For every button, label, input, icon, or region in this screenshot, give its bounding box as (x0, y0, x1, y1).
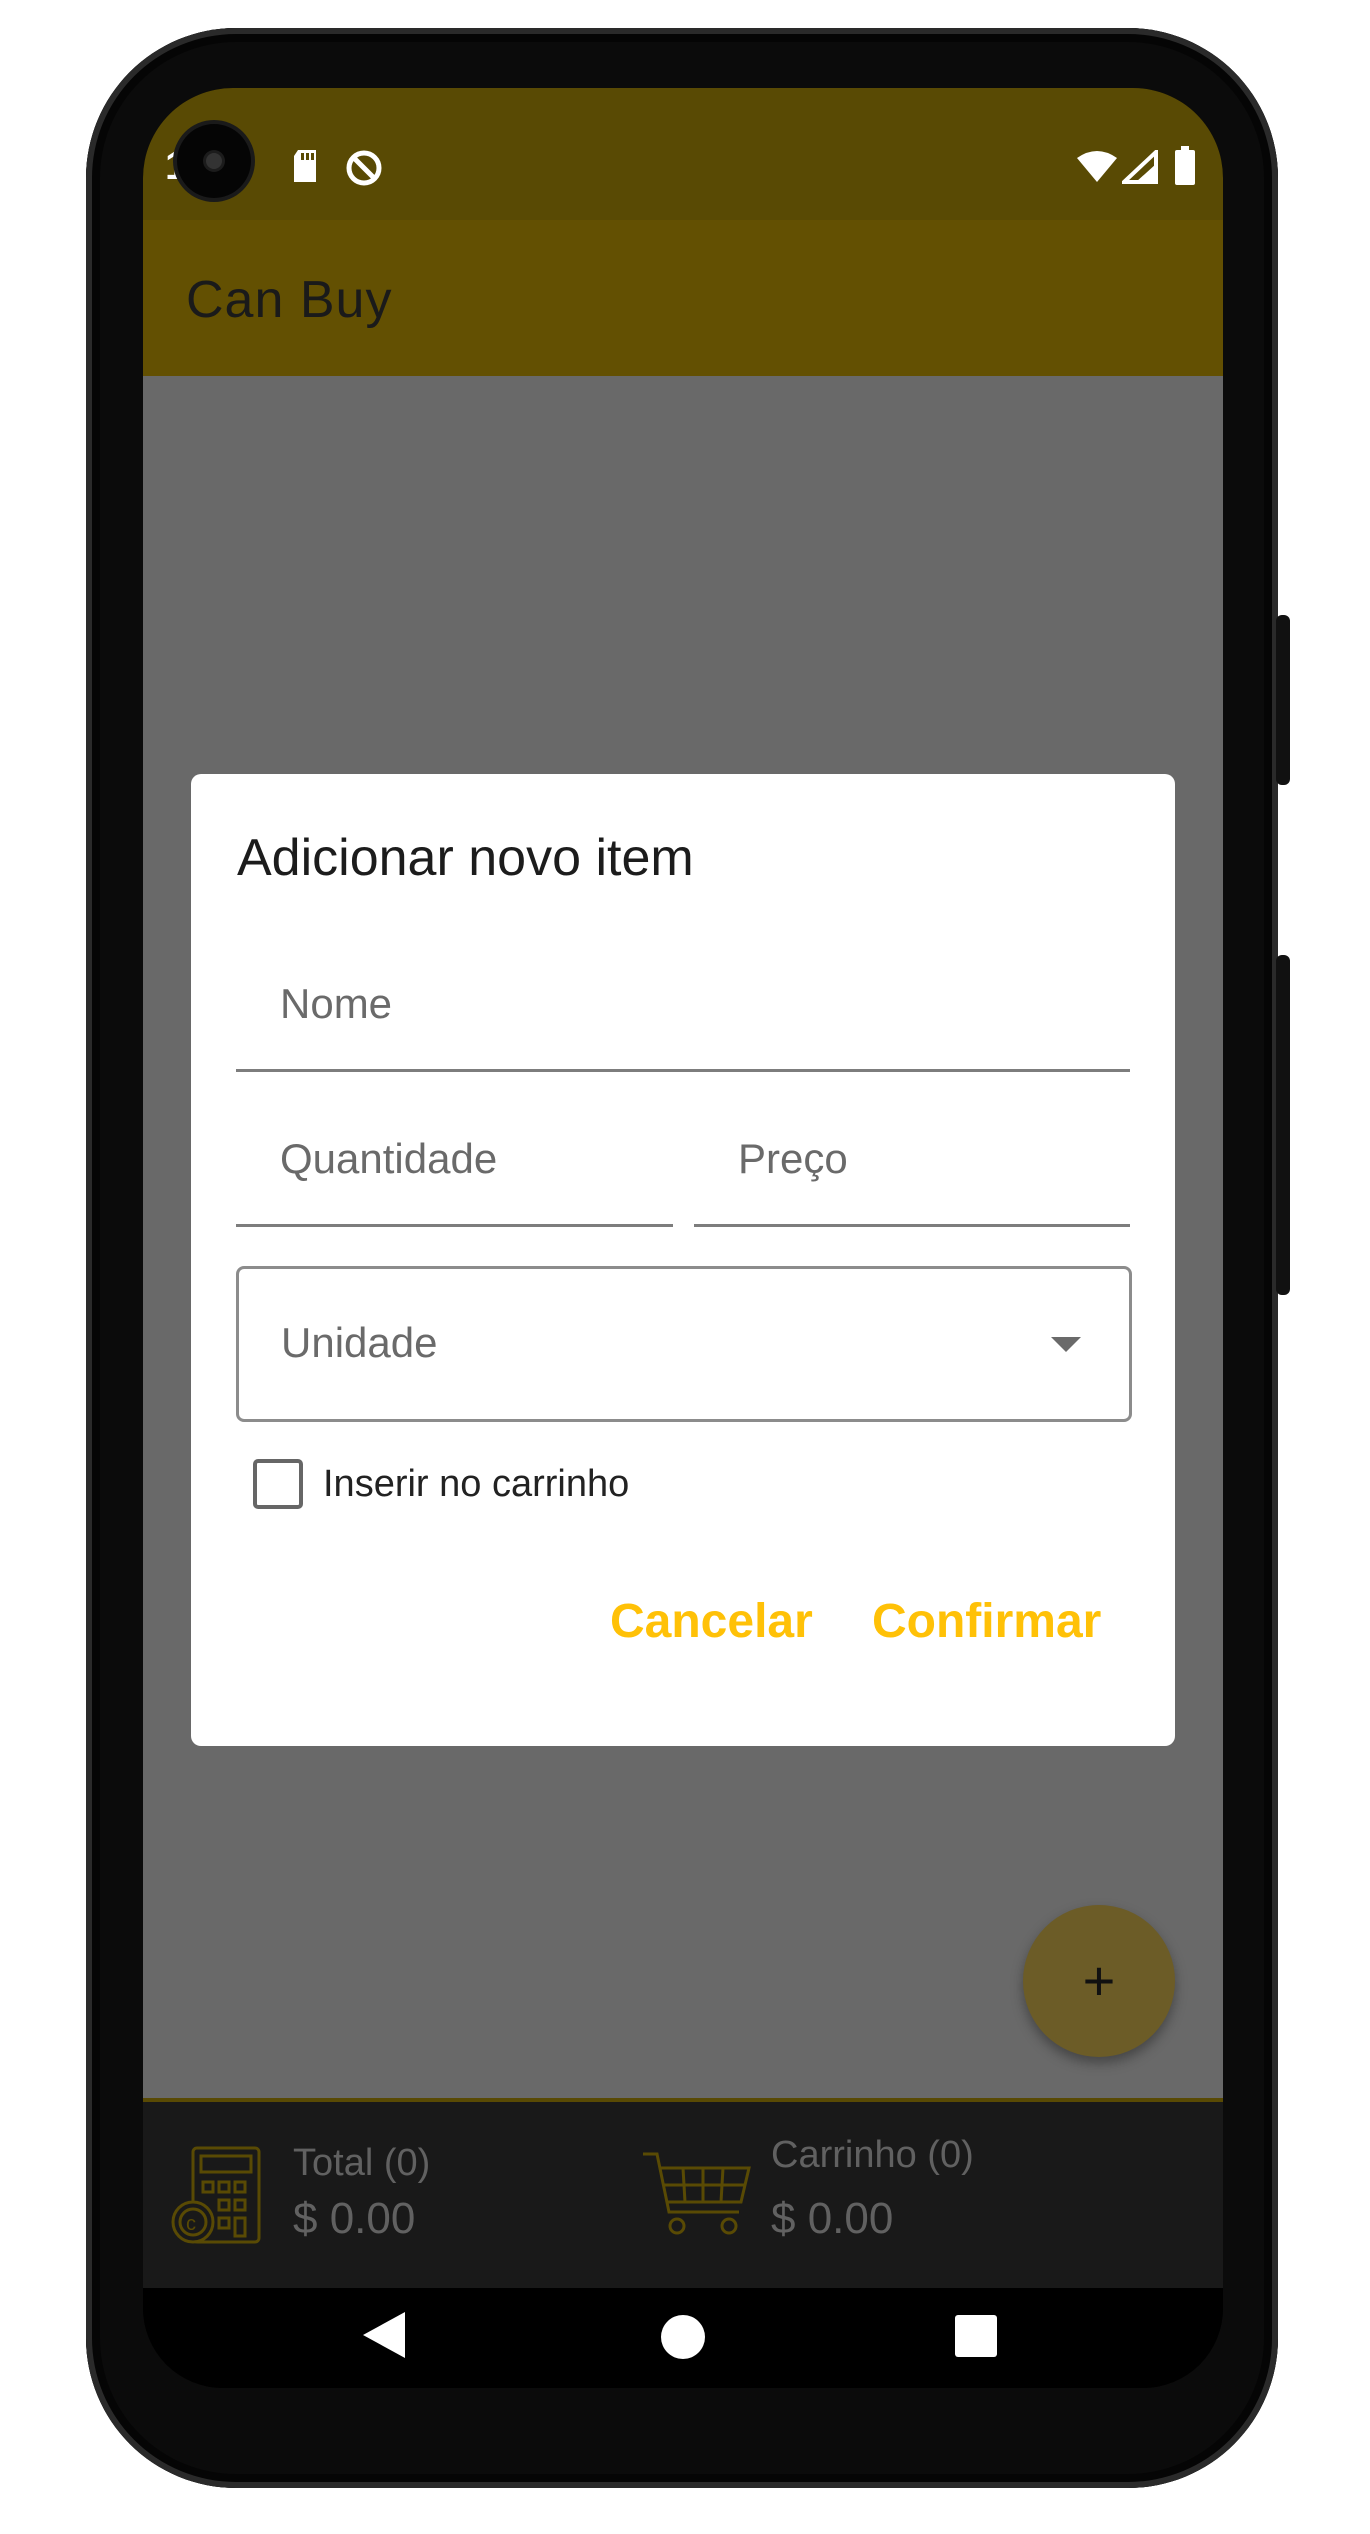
quantity-placeholder: Quantidade (280, 1135, 498, 1182)
dialog-title: Adicionar novo item (237, 829, 694, 887)
front-camera (177, 124, 251, 198)
summary-bar: c Total (0) $ 0.00 Carrinho (0) $ 0.00 (143, 2098, 1223, 2294)
recents-icon[interactable] (954, 2314, 998, 2363)
screen: 1 3 Can Buy Adicionar novo item Nome Qua… (143, 88, 1223, 2388)
shopping-cart-icon (641, 2150, 753, 2247)
status-bar: 1 3 (143, 88, 1223, 220)
add-to-cart-checkbox[interactable] (253, 1459, 303, 1509)
cart-value: $ 0.00 (771, 2194, 894, 2243)
dropdown-arrow-icon (1051, 1337, 1081, 1352)
add-item-dialog: Adicionar novo item Nome Quantidade Preç… (191, 774, 1175, 1746)
quantity-field[interactable]: Quantidade (236, 1077, 673, 1227)
sd-card-icon (290, 148, 320, 189)
system-nav-bar (143, 2288, 1223, 2388)
total-label: Total (0) (293, 2142, 431, 2184)
name-placeholder: Nome (280, 980, 393, 1027)
power-button (1276, 955, 1290, 1295)
data-saver-icon (344, 148, 384, 193)
add-to-cart-label[interactable]: Inserir no carrinho (323, 1463, 629, 1506)
confirm-button[interactable]: Confirmar (872, 1594, 1101, 1649)
app-bar: Can Buy (143, 220, 1223, 376)
plus-icon: + (1082, 1949, 1116, 2012)
svg-text:c: c (186, 2213, 196, 2235)
unit-placeholder: Unidade (281, 1319, 438, 1366)
price-field[interactable]: Preço (694, 1077, 1130, 1227)
back-icon[interactable] (361, 2310, 407, 2365)
price-field-underline (694, 1224, 1130, 1227)
quantity-field-underline (236, 1224, 673, 1227)
name-field[interactable]: Nome (236, 922, 1130, 1072)
home-icon[interactable] (660, 2314, 706, 2365)
unit-dropdown[interactable]: Unidade (236, 1266, 1132, 1422)
battery-icon (1174, 146, 1196, 191)
total-value: $ 0.00 (293, 2194, 416, 2243)
cell-signal-icon (1118, 147, 1158, 189)
volume-button (1276, 615, 1290, 785)
price-placeholder: Preço (738, 1135, 848, 1182)
cancel-button[interactable]: Cancelar (610, 1594, 813, 1649)
wifi-icon (1076, 150, 1118, 189)
cart-label: Carrinho (0) (771, 2134, 974, 2176)
calculator-icon: c (171, 2146, 263, 2251)
name-field-underline (236, 1069, 1130, 1072)
app-title: Can Buy (186, 271, 393, 329)
add-item-fab[interactable]: + (1023, 1905, 1175, 2057)
